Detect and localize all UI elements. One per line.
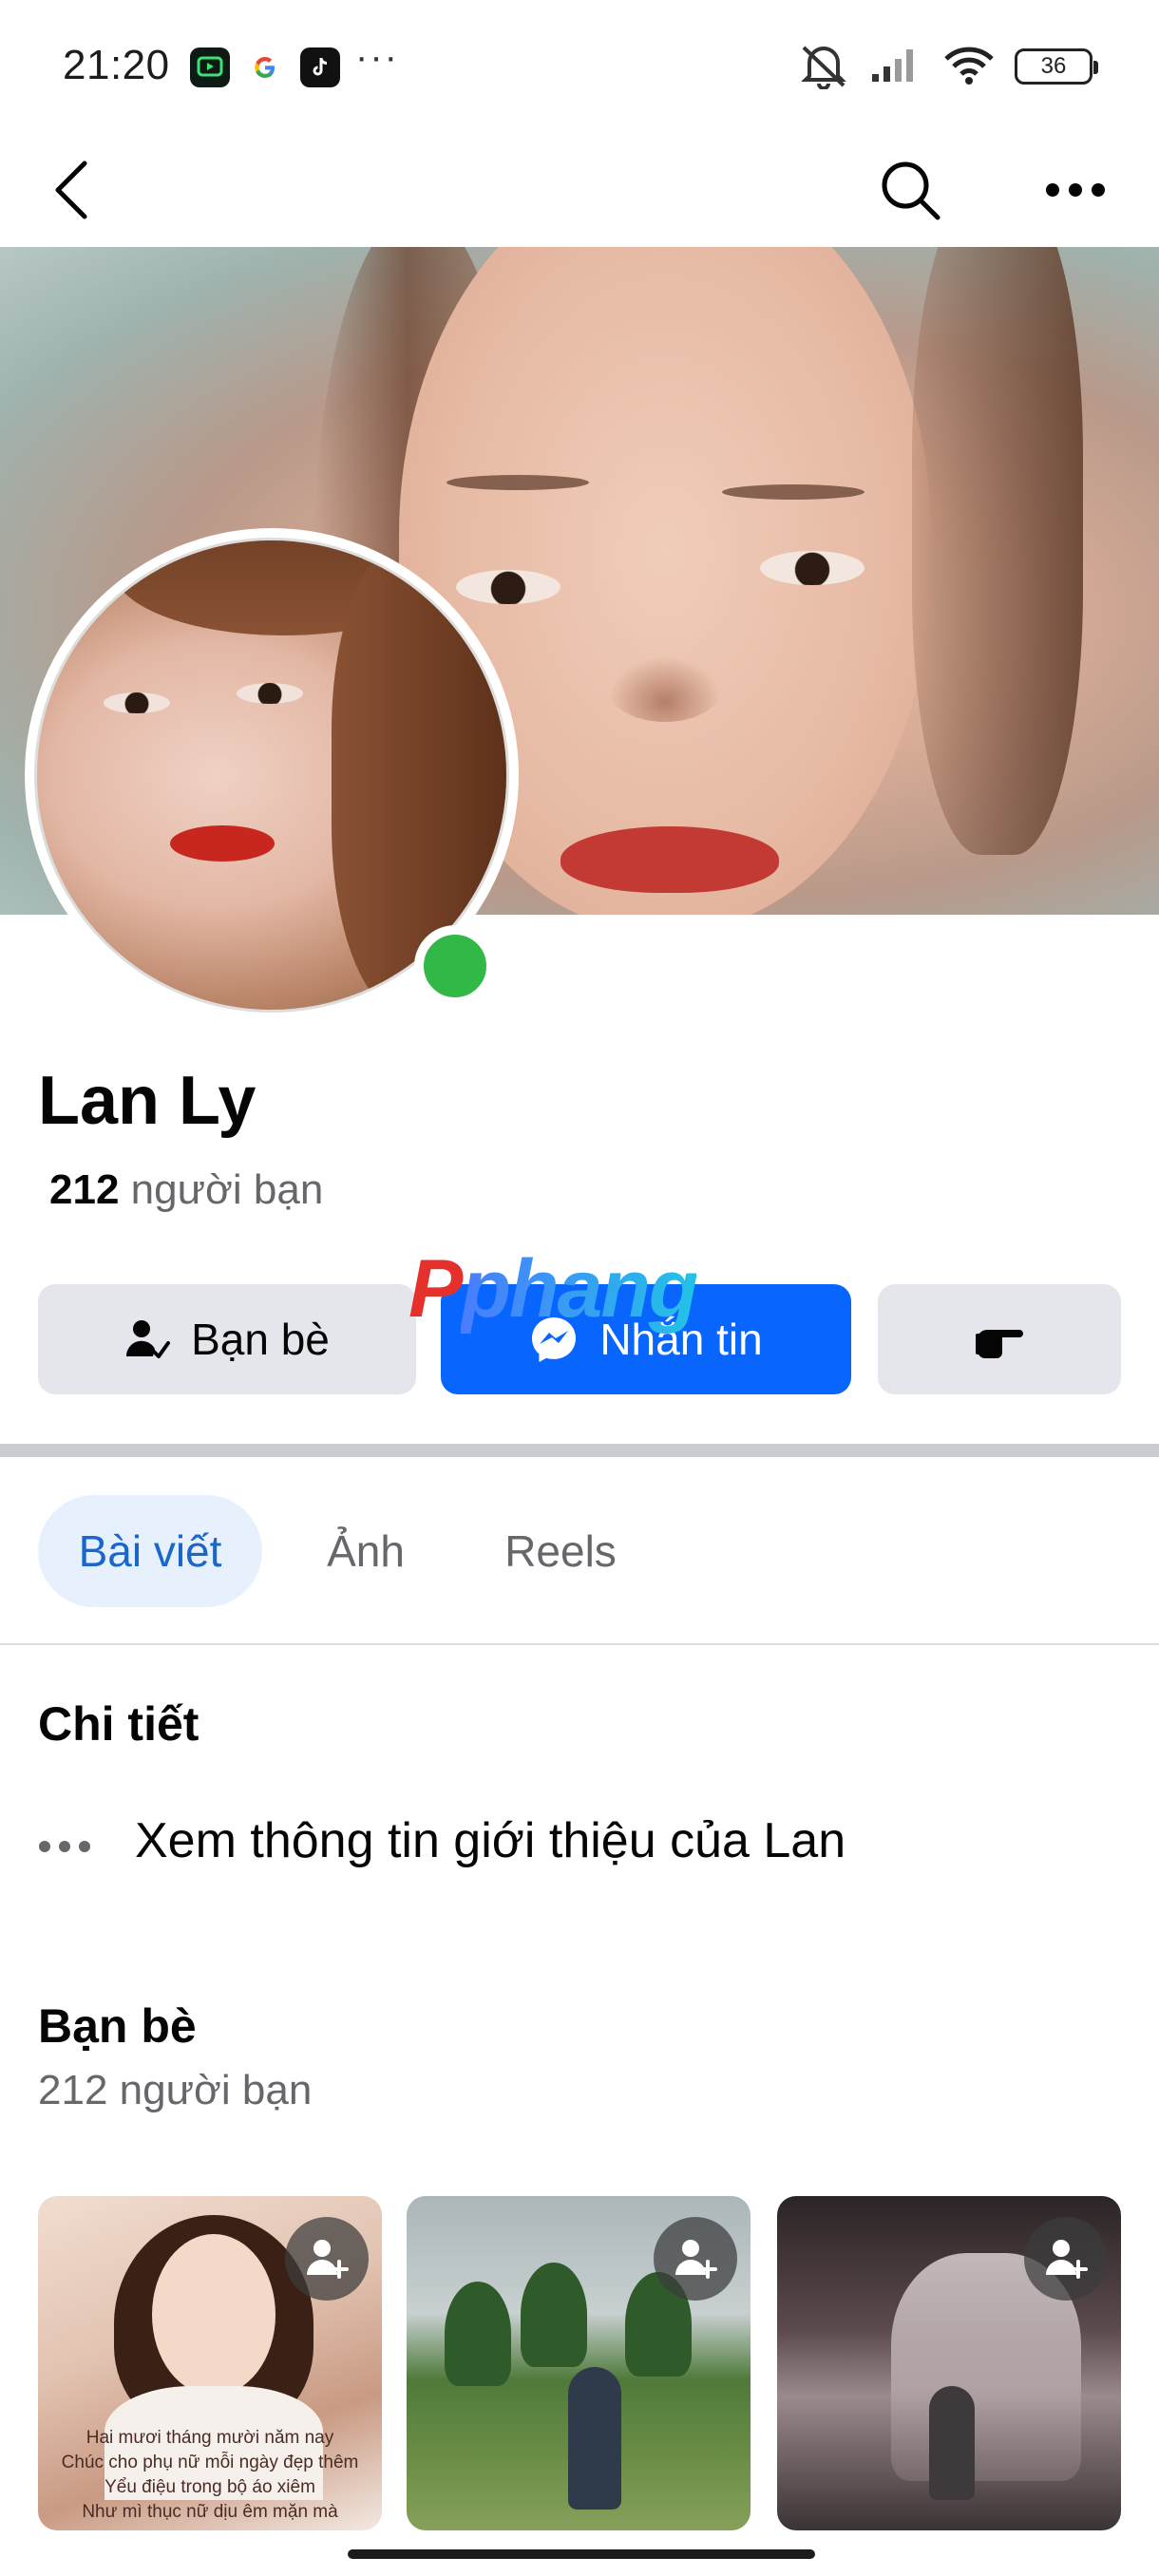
- friends-button[interactable]: Bạn bè: [38, 1284, 416, 1394]
- friend-count-label: người bạn: [130, 1166, 324, 1213]
- section-divider: [0, 1444, 1159, 1457]
- tabs-divider: [0, 1643, 1159, 1645]
- home-indicator[interactable]: [348, 2549, 815, 2559]
- online-status-dot: [414, 925, 496, 1007]
- tv-app-icon: [190, 47, 230, 87]
- search-icon: [882, 161, 940, 220]
- mute-icon: [796, 40, 851, 94]
- tiktok-icon: [300, 47, 340, 87]
- intro-row[interactable]: Xem thông tin giới thiệu của Lan: [38, 1807, 846, 1875]
- add-friend-icon: [1046, 2240, 1088, 2279]
- friend-card[interactable]: Hai mươi tháng mười năm nay Chúc cho phụ…: [38, 2196, 382, 2530]
- friend-card[interactable]: [777, 2196, 1121, 2530]
- tab-posts[interactable]: Bài viết: [38, 1495, 262, 1607]
- friends-section-title: Bạn bè: [38, 1999, 197, 2053]
- friend-count[interactable]: 212 người bạn: [49, 1166, 323, 1214]
- friends-section-subtitle[interactable]: 212 người bạn: [38, 2067, 312, 2114]
- friend-check-icon: [126, 1320, 171, 1358]
- add-friend-button[interactable]: [1024, 2217, 1108, 2301]
- more-options-button[interactable]: [1037, 152, 1113, 228]
- status-right-group: 36: [796, 40, 1098, 94]
- status-more-dots: ···: [355, 36, 399, 78]
- signal-icon: [870, 46, 923, 88]
- ellipsis-icon: [1046, 183, 1105, 197]
- poke-hand-icon: [976, 1330, 1023, 1358]
- friends-button-label: Bạn bè: [191, 1315, 330, 1364]
- top-nav: [0, 133, 1159, 247]
- intro-text: Xem thông tin giới thiệu của Lan: [135, 1813, 846, 1868]
- chevron-left-icon: [55, 161, 87, 219]
- tab-reels[interactable]: Reels: [475, 1495, 646, 1607]
- ellipsis-icon: [38, 1820, 95, 1863]
- message-button[interactable]: Nhắn tin: [441, 1284, 851, 1394]
- message-button-label: Nhắn tin: [599, 1315, 763, 1364]
- back-button[interactable]: [34, 152, 110, 228]
- details-title: Chi tiết: [38, 1697, 200, 1751]
- wifi-icon: [942, 44, 996, 90]
- messenger-icon: [532, 1317, 577, 1362]
- tab-photos[interactable]: Ảnh: [285, 1495, 446, 1607]
- poke-button[interactable]: [878, 1284, 1121, 1394]
- status-time: 21:20: [63, 42, 170, 88]
- friend-card-caption: Hai mươi tháng mười năm nay Chúc cho phụ…: [61, 2428, 359, 2522]
- google-icon: [245, 47, 285, 87]
- friend-count-number: 212: [49, 1166, 120, 1213]
- add-friend-icon: [675, 2240, 717, 2279]
- battery-icon: 36: [1015, 48, 1098, 85]
- friend-card[interactable]: [407, 2196, 750, 2530]
- status-bar: 21:20 ··· 36: [0, 0, 1159, 133]
- profile-name: Lan Ly: [38, 1063, 256, 1139]
- profile-avatar[interactable]: [25, 528, 519, 1022]
- add-friend-button[interactable]: [654, 2217, 737, 2301]
- search-button[interactable]: [872, 152, 948, 228]
- add-friend-icon: [307, 2240, 349, 2279]
- add-friend-button[interactable]: [285, 2217, 369, 2301]
